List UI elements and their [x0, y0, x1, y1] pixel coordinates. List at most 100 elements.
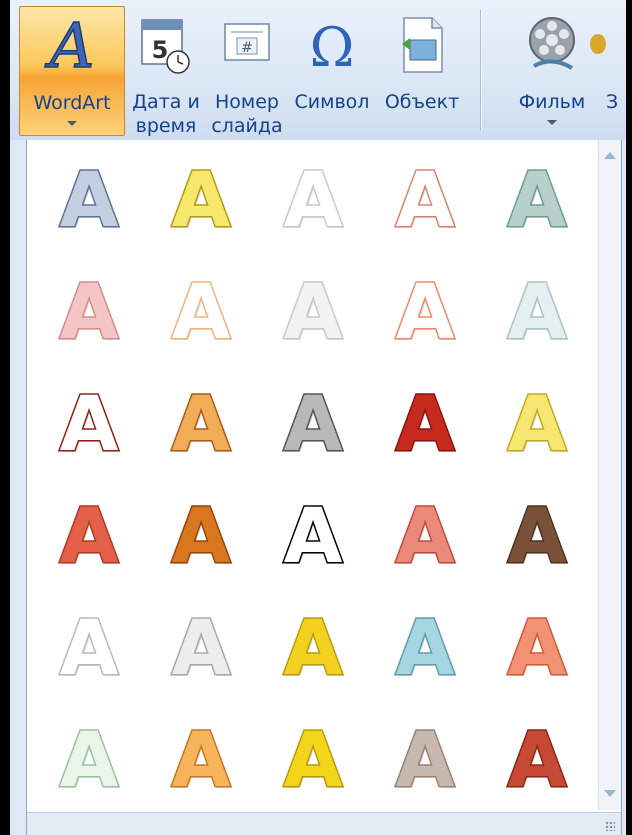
ribbon-insert-group: A WordArt 5 Дата и время # Номер слайда …: [10, 0, 626, 140]
wordart-letter-preview: AA: [282, 714, 345, 807]
wordart-style-23[interactable]: AA: [265, 596, 361, 695]
wordart-letter-preview: AA: [58, 154, 121, 247]
wordart-letter: A: [508, 491, 567, 580]
wordart-letter: A: [172, 155, 231, 244]
wordart-style-6[interactable]: AA: [41, 260, 137, 359]
wordart-style-7[interactable]: AA: [153, 260, 249, 359]
wordart-style-21[interactable]: AA: [41, 596, 137, 695]
gallery-resize-bar[interactable]: [27, 812, 621, 835]
wordart-letter-preview: AA: [394, 602, 457, 695]
wordart-letter-preview: AA: [58, 266, 121, 359]
slide-number-label-1: Номер: [215, 91, 279, 113]
scroll-up-arrow-icon[interactable]: [604, 152, 616, 159]
wordart-style-14[interactable]: AA: [377, 372, 473, 471]
wordart-letter-preview: AA: [170, 154, 233, 247]
wordart-style-28[interactable]: AA: [265, 708, 361, 807]
wordart-letter-preview: AA: [506, 714, 569, 807]
wordart-letter: A: [60, 267, 119, 356]
wordart-letter: A: [60, 155, 119, 244]
wordart-letter: A: [508, 267, 567, 356]
wordart-letter: A: [172, 715, 231, 804]
wordart-style-17[interactable]: AA: [153, 484, 249, 583]
wordart-style-29[interactable]: AA: [377, 708, 473, 807]
wordart-style-25[interactable]: AA: [489, 596, 585, 695]
wordart-letter: A: [172, 379, 231, 468]
slide-number-icon: #: [224, 23, 270, 61]
insert-ribbon-window: A WordArt 5 Дата и время # Номер слайда …: [10, 0, 626, 835]
wordart-letter-preview: AA: [282, 602, 345, 695]
wordart-letter-preview: AA: [58, 490, 121, 583]
movie-label: Фильм: [518, 91, 586, 113]
wordart-letter: A: [396, 491, 455, 580]
wordart-letter-preview: AA: [170, 266, 233, 359]
sound-button[interactable]: З: [590, 6, 626, 134]
svg-text:Ω: Ω: [310, 16, 355, 79]
wordart-style-2[interactable]: AA: [153, 148, 249, 247]
wordart-style-gallery: AAAAAAAAAAAAAAAAAAAAAAAAAAAAAAAAAAAAAAAA…: [26, 140, 622, 835]
slide-number-button[interactable]: # Номер слайда: [209, 6, 285, 137]
wordart-letter-preview: AA: [394, 266, 457, 359]
wordart-letter-preview: AA: [282, 154, 345, 247]
gallery-scrollbar[interactable]: [598, 140, 621, 810]
wordart-style-15[interactable]: AA: [489, 372, 585, 471]
wordart-letter-preview: AA: [170, 378, 233, 471]
wordart-style-22[interactable]: AA: [153, 596, 249, 695]
wordart-letter-preview: AA: [506, 378, 569, 471]
insert-object-icon: [402, 17, 443, 73]
wordart-letter-preview: AA: [58, 714, 121, 807]
chevron-down-icon: [547, 120, 557, 125]
calendar-clock-icon: 5: [141, 19, 190, 74]
wordart-letter: A: [508, 379, 567, 468]
wordart-style-11[interactable]: AA: [41, 372, 137, 471]
wordart-style-13[interactable]: AA: [265, 372, 361, 471]
wordart-button[interactable]: A WordArt: [19, 6, 125, 136]
wordart-letter-preview: AA: [394, 154, 457, 247]
wordart-style-10[interactable]: AA: [489, 260, 585, 359]
wordart-style-27[interactable]: AA: [153, 708, 249, 807]
wordart-label: WordArt: [33, 92, 111, 114]
wordart-style-3[interactable]: AA: [265, 148, 361, 247]
svg-text:A: A: [45, 11, 95, 82]
wordart-style-26[interactable]: AA: [41, 708, 137, 807]
date-time-button[interactable]: 5 Дата и время: [128, 6, 204, 137]
wordart-style-1[interactable]: AA: [41, 148, 137, 247]
wordart-style-30[interactable]: AA: [489, 708, 585, 807]
wordart-letter-preview: AA: [170, 490, 233, 583]
wordart-style-12[interactable]: AA: [153, 372, 249, 471]
wordart-style-24[interactable]: AA: [377, 596, 473, 695]
wordart-letter: A: [60, 603, 119, 692]
wordart-letter: A: [284, 379, 343, 468]
wordart-style-8[interactable]: AA: [265, 260, 361, 359]
wordart-letter-preview: AA: [282, 490, 345, 583]
wordart-letter: A: [172, 491, 231, 580]
wordart-letter-preview: AA: [506, 154, 569, 247]
wordart-letter: A: [284, 491, 343, 580]
scroll-down-arrow-icon[interactable]: [604, 790, 616, 797]
wordart-icon: A: [44, 11, 95, 83]
wordart-letter: A: [60, 715, 119, 804]
wordart-style-20[interactable]: AA: [489, 484, 585, 583]
resize-grip-icon[interactable]: [605, 821, 615, 831]
object-button[interactable]: Объект: [380, 6, 464, 134]
wordart-style-5[interactable]: AA: [489, 148, 585, 247]
wordart-letter: A: [172, 603, 231, 692]
symbol-button[interactable]: Ω Символ: [290, 6, 374, 134]
wordart-style-4[interactable]: AA: [377, 148, 473, 247]
wordart-letter: A: [396, 379, 455, 468]
ribbon-separator: [480, 10, 481, 130]
sound-icon: [590, 34, 606, 54]
date-time-label-2: время: [135, 115, 197, 137]
wordart-letter-preview: AA: [506, 490, 569, 583]
wordart-style-9[interactable]: AA: [377, 260, 473, 359]
movie-button[interactable]: Фильм: [506, 6, 598, 134]
film-reel-icon: [529, 17, 575, 70]
wordart-letter-preview: AA: [58, 602, 121, 695]
wordart-letter: A: [284, 267, 343, 356]
wordart-style-16[interactable]: AA: [41, 484, 137, 583]
wordart-letter: A: [396, 267, 455, 356]
wordart-letter: A: [60, 379, 119, 468]
wordart-letter: A: [172, 267, 231, 356]
wordart-style-18[interactable]: AA: [265, 484, 361, 583]
wordart-style-19[interactable]: AA: [377, 484, 473, 583]
wordart-letter: A: [396, 155, 455, 244]
